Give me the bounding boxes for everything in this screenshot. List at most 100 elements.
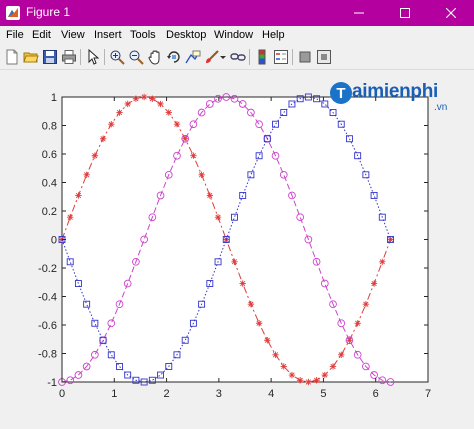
axes-box xyxy=(61,96,429,383)
menu-bar: File Edit View Insert Tools Desktop Wind… xyxy=(0,26,474,45)
y-tick-label: -1 xyxy=(47,377,57,389)
toolbar-separator xyxy=(292,49,293,65)
data-point xyxy=(338,351,345,358)
data-point xyxy=(83,171,90,179)
print-icon[interactable] xyxy=(61,49,77,65)
data-point xyxy=(247,300,255,308)
x-tick-label: 4 xyxy=(268,388,274,400)
logo-brand-text: aimienphi xyxy=(352,81,438,102)
maximize-button[interactable] xyxy=(382,0,428,26)
figure-toolbar xyxy=(0,45,474,70)
data-point xyxy=(387,236,394,243)
show-plot-tools-icon[interactable] xyxy=(316,49,332,65)
data-point xyxy=(329,363,337,370)
minimize-icon xyxy=(354,12,364,14)
menu-window[interactable]: Window xyxy=(214,29,253,41)
maximize-icon xyxy=(400,8,410,18)
y-tick-label: 0 xyxy=(51,235,57,247)
pan-icon[interactable] xyxy=(147,49,163,65)
data-point xyxy=(264,337,271,344)
data-point xyxy=(280,363,287,370)
watermark-logo: T aimienphi .vn xyxy=(330,78,460,118)
close-button[interactable] xyxy=(428,0,474,26)
menu-view[interactable]: View xyxy=(61,29,85,41)
data-point xyxy=(165,109,172,116)
data-point xyxy=(288,371,296,379)
x-tick-label: 0 xyxy=(59,388,65,400)
x-tick-label: 5 xyxy=(320,388,326,400)
data-cursor-icon[interactable] xyxy=(185,49,201,65)
title-bar[interactable]: Figure 1 xyxy=(0,0,474,26)
data-point xyxy=(272,351,279,358)
data-point xyxy=(354,320,361,327)
insert-colorbar-icon[interactable] xyxy=(254,49,270,65)
menu-desktop[interactable]: Desktop xyxy=(166,29,206,41)
data-point xyxy=(313,377,320,384)
y-tick-label: 1 xyxy=(51,92,57,104)
y-tick-label: 0.8 xyxy=(42,121,57,133)
x-tick-label: 1 xyxy=(111,388,117,400)
data-point xyxy=(214,213,222,221)
data-point xyxy=(255,320,263,327)
y-tick-label: -0.8 xyxy=(38,349,57,361)
y-tick-label: 0.4 xyxy=(42,178,57,190)
data-point xyxy=(91,152,99,159)
logo-domain-suffix: .vn xyxy=(434,102,448,113)
data-point xyxy=(239,280,246,287)
chevron-down-icon[interactable] xyxy=(218,49,228,65)
y-tick-label: -0.2 xyxy=(38,263,57,275)
line-plot[interactable]: 0 1 2 3 4 5 6 7 1 0.8 0.6 0.4 0.2 0 -0.2 -0.4 -0.6 -0.8 -1 xyxy=(0,70,474,424)
data-point xyxy=(75,192,82,199)
y-tick-label: 0.2 xyxy=(42,206,57,218)
data-point xyxy=(190,152,197,159)
data-point xyxy=(362,301,370,308)
data-point xyxy=(296,377,304,384)
data-point xyxy=(116,109,123,116)
matlab-figure-icon xyxy=(6,6,20,20)
menu-tools[interactable]: Tools xyxy=(130,29,156,41)
data-point xyxy=(198,171,205,178)
save-icon[interactable] xyxy=(42,49,58,65)
toolbar-separator xyxy=(249,49,250,65)
insert-legend-icon[interactable] xyxy=(273,49,289,65)
pointer-icon[interactable] xyxy=(85,49,101,65)
data-point xyxy=(149,95,156,102)
data-point xyxy=(99,135,107,142)
data-point xyxy=(305,378,312,386)
data-point xyxy=(132,95,140,102)
figure-canvas: 0 1 2 3 4 5 6 7 1 0.8 0.6 0.4 0.2 0 -0.2 -0.4 -0.6 -0.8 -1 xyxy=(0,70,474,424)
menu-insert[interactable]: Insert xyxy=(94,29,122,41)
data-point xyxy=(231,258,238,265)
data-point xyxy=(124,100,131,108)
window-title: Figure 1 xyxy=(26,5,71,19)
zoom-out-icon[interactable] xyxy=(128,49,144,65)
x-tick-label: 6 xyxy=(373,388,379,400)
data-point xyxy=(67,214,74,221)
menu-edit[interactable]: Edit xyxy=(32,29,51,41)
y-tick-label: 0.6 xyxy=(42,149,57,161)
data-point xyxy=(173,121,181,128)
close-icon xyxy=(446,8,456,18)
logo-mark: T xyxy=(330,82,352,104)
link-plot-icon[interactable] xyxy=(230,49,246,65)
x-tick-label: 2 xyxy=(164,388,170,400)
zoom-in-icon[interactable] xyxy=(109,49,125,65)
open-file-icon[interactable] xyxy=(23,49,39,65)
data-point xyxy=(157,100,164,108)
y-tick-label: -0.6 xyxy=(38,320,57,332)
toolbar-separator xyxy=(80,49,81,65)
x-tick-label: 7 xyxy=(425,388,431,400)
hide-plot-tools-icon[interactable] xyxy=(297,49,313,65)
new-figure-icon[interactable] xyxy=(4,49,20,65)
data-point xyxy=(108,121,115,128)
menu-help[interactable]: Help xyxy=(262,29,285,41)
menu-file[interactable]: File xyxy=(6,29,24,41)
data-point xyxy=(206,192,214,199)
data-point xyxy=(321,371,329,379)
data-point xyxy=(370,280,378,287)
y-tick-label: -0.4 xyxy=(38,292,57,304)
x-tick-label: 3 xyxy=(216,388,222,400)
rotate-3d-icon[interactable] xyxy=(166,49,182,65)
data-point xyxy=(140,93,148,101)
minimize-button[interactable] xyxy=(336,0,382,26)
